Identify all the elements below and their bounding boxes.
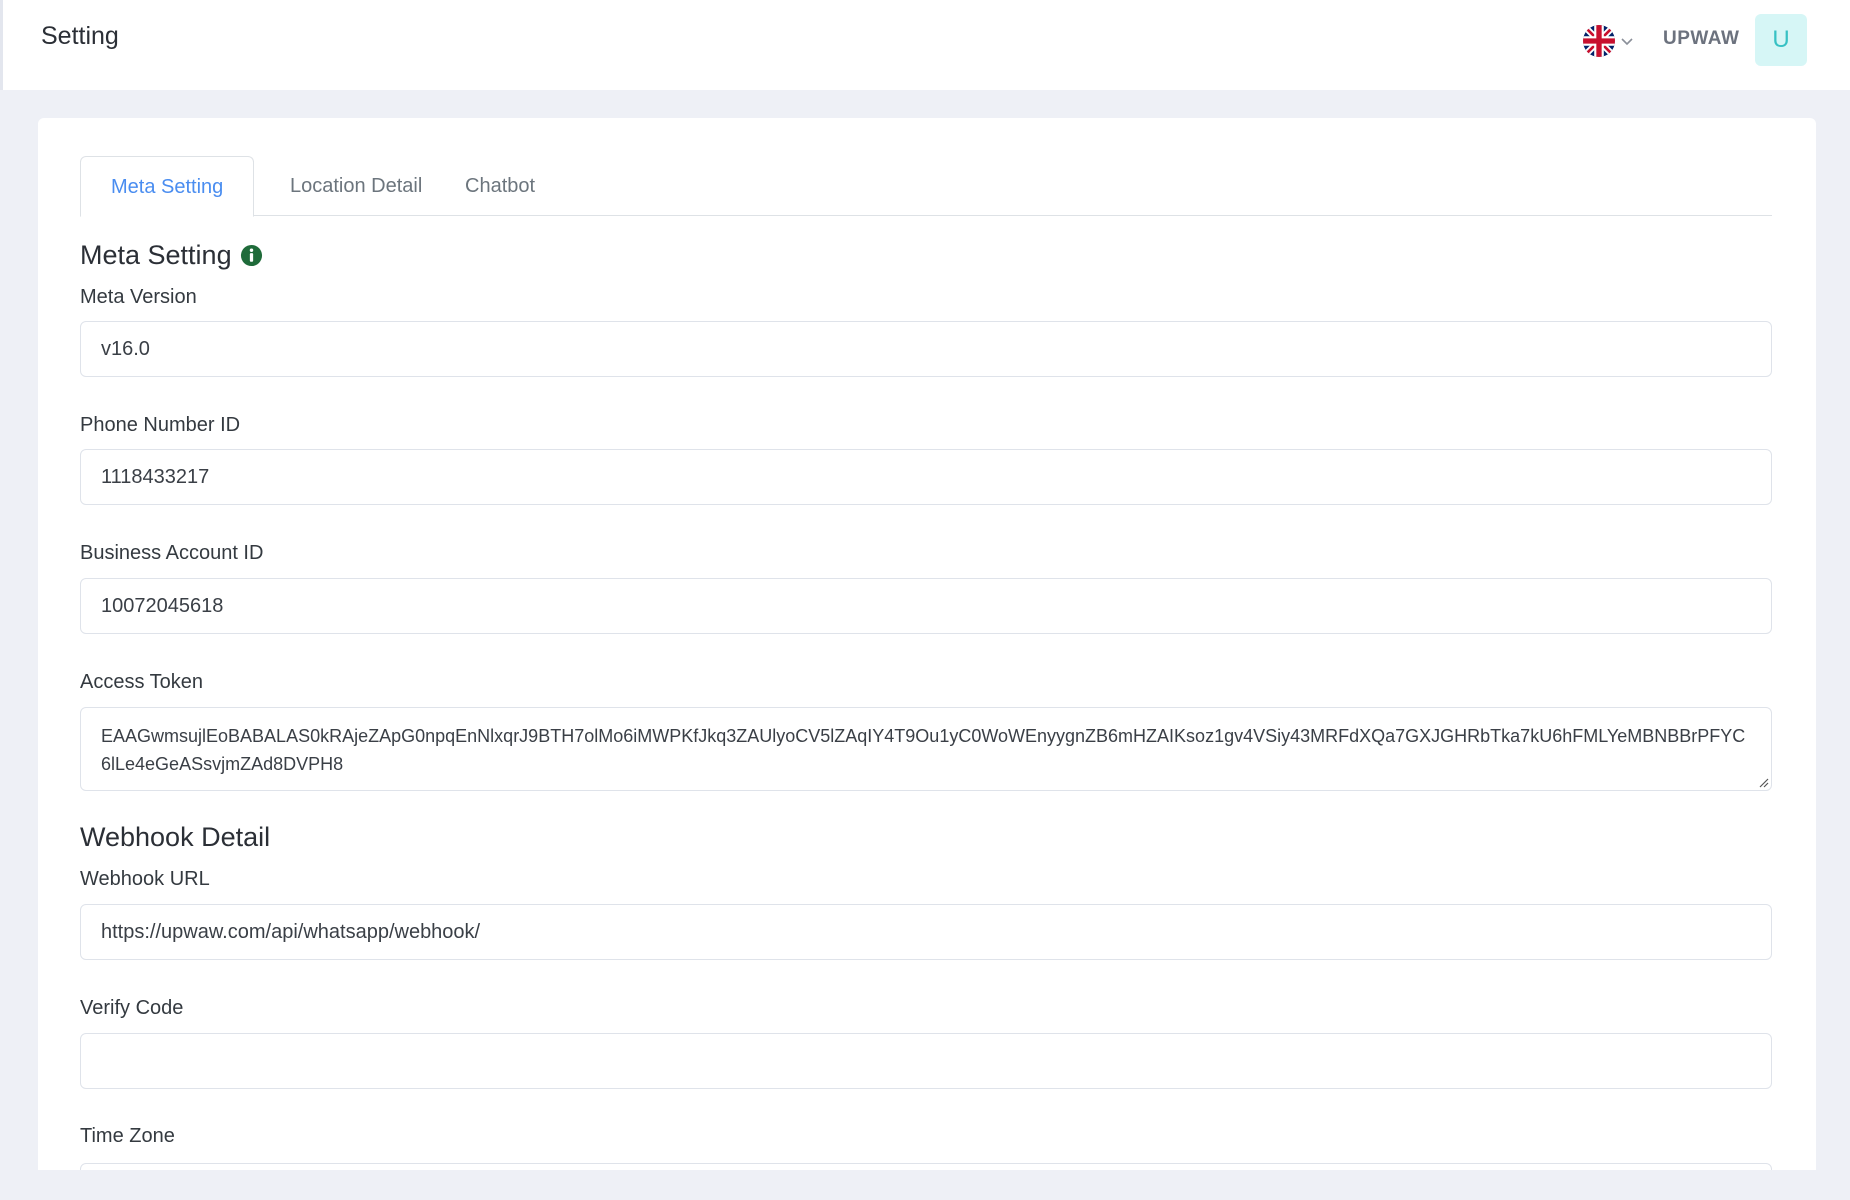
top-navbar: Setting UPWAW U	[0, 0, 1850, 90]
phone-number-id-label: Phone Number ID	[80, 414, 241, 436]
uk-flag-icon	[1583, 25, 1615, 57]
verify-code-label: Verify Code	[80, 997, 184, 1019]
phone-number-id-input[interactable]	[80, 449, 1772, 505]
meta-setting-heading: Meta Setting	[80, 240, 263, 271]
tab-chatbot[interactable]: Chatbot	[435, 156, 565, 217]
tab-location-detail[interactable]: Location Detail	[260, 156, 452, 217]
language-selector[interactable]	[1583, 24, 1635, 58]
verify-code-input[interactable]	[80, 1033, 1772, 1089]
meta-version-label: Meta Version	[80, 286, 197, 308]
access-token-textarea[interactable]: EAAGwmsujlEoBABALAS0kRAjeZApG0npqEnNlxqr…	[80, 707, 1772, 791]
info-circle-icon[interactable]	[240, 244, 263, 267]
webhook-url-label: Webhook URL	[80, 868, 210, 890]
page-title: Setting	[41, 22, 119, 50]
settings-card: Meta Setting Location Detail Chatbot Met…	[38, 118, 1816, 1200]
webhook-detail-title: Webhook Detail	[80, 822, 271, 852]
resize-handle-icon[interactable]	[1755, 774, 1769, 788]
webhook-url-input[interactable]	[80, 904, 1772, 960]
avatar[interactable]: U	[1755, 14, 1807, 66]
page-bottom-background	[0, 1170, 1850, 1200]
webhook-detail-heading: Webhook Detail	[80, 822, 270, 853]
tab-meta-setting[interactable]: Meta Setting	[80, 156, 255, 217]
meta-version-input[interactable]	[80, 321, 1772, 377]
chevron-down-icon	[1621, 38, 1633, 46]
business-account-id-input[interactable]	[80, 578, 1772, 634]
time-zone-label: Time Zone	[80, 1125, 175, 1147]
username[interactable]: UPWAW	[1663, 28, 1739, 50]
settings-tabs: Meta Setting Location Detail Chatbot	[80, 156, 1772, 217]
meta-setting-title: Meta Setting	[80, 240, 232, 270]
access-token-label: Access Token	[80, 671, 204, 693]
business-account-id-label: Business Account ID	[80, 542, 264, 564]
access-token-value: EAAGwmsujlEoBABALAS0kRAjeZApG0npqEnNlxqr…	[101, 726, 1746, 774]
